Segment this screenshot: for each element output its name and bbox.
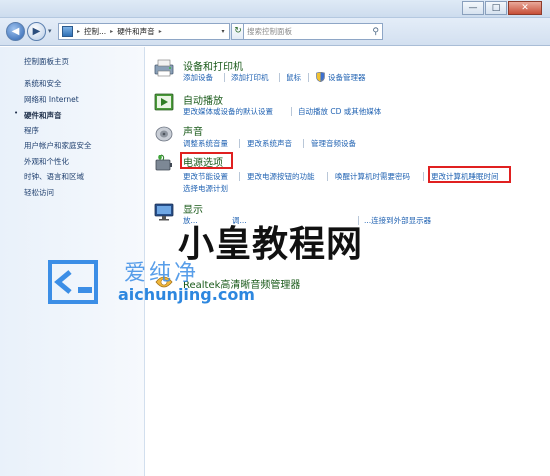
- divider: [279, 73, 280, 82]
- breadcrumb-separator[interactable]: ▸: [110, 28, 113, 35]
- forward-button[interactable]: ▶: [27, 22, 46, 41]
- divider: [423, 172, 424, 181]
- current-item-bullet: •: [14, 109, 19, 117]
- sidebar-item-clock-language[interactable]: 时钟、语言和区域: [24, 171, 84, 182]
- sidebar-item-hardware-sound[interactable]: 硬件和声音: [24, 110, 62, 121]
- recent-pages-dropdown[interactable]: ▾: [48, 27, 52, 35]
- sidebar-item-appearance[interactable]: 外观和个性化: [24, 156, 69, 167]
- display-title[interactable]: 显示: [183, 201, 203, 216]
- divider: [303, 139, 304, 148]
- breadcrumb-separator[interactable]: ▸: [77, 28, 80, 35]
- control-panel-icon: [62, 26, 73, 37]
- change-media-defaults-link[interactable]: 更改媒体或设备的默认设置: [183, 106, 273, 117]
- search-input[interactable]: 搜索控制面板 ⚲: [243, 23, 383, 40]
- address-dropdown-icon[interactable]: ▾: [217, 28, 229, 35]
- adjust-volume-link[interactable]: 调整系统音量: [183, 138, 228, 149]
- sidebar-item-network[interactable]: 网络和 Internet: [24, 94, 79, 105]
- watermark-site-name: 小皇教程网: [178, 224, 364, 265]
- add-printer-link[interactable]: 添加打印机: [231, 72, 269, 83]
- sidebar-item-user-accounts[interactable]: 用户帐户和家庭安全: [24, 140, 92, 151]
- connect-external-display-link[interactable]: ...连接到外部显示器: [364, 215, 431, 226]
- sidebar-item-programs[interactable]: 程序: [24, 125, 39, 136]
- autoplay-cd-link[interactable]: 自动播放 CD 或其他媒体: [298, 106, 381, 117]
- speaker-icon[interactable]: [153, 123, 175, 143]
- breadcrumb-control-panel[interactable]: 控制...: [84, 26, 106, 37]
- add-device-link[interactable]: 添加设备: [183, 72, 213, 83]
- sound-title[interactable]: 声音: [183, 123, 203, 138]
- search-placeholder: 搜索控制面板: [247, 27, 292, 36]
- divider: [308, 73, 309, 82]
- printer-icon[interactable]: [153, 58, 175, 78]
- autoplay-title[interactable]: 自动播放: [183, 92, 223, 107]
- divider: [239, 172, 240, 181]
- change-power-button-link[interactable]: 更改电源按钮的功能: [247, 171, 315, 182]
- change-system-sounds-link[interactable]: 更改系统声音: [247, 138, 292, 149]
- choose-power-plan-link[interactable]: 选择电源计划: [183, 183, 228, 194]
- mouse-link[interactable]: 鼠标: [286, 72, 301, 83]
- highlight-box-sleep-time: [428, 166, 511, 183]
- divider: [327, 172, 328, 181]
- change-power-saving-link[interactable]: 更改节能设置: [183, 171, 228, 182]
- aichunjing-logo: [48, 260, 98, 304]
- breadcrumb-separator[interactable]: ▸: [159, 28, 162, 35]
- back-button[interactable]: ◀: [6, 22, 25, 41]
- highlight-box-power-options: [180, 152, 233, 169]
- breadcrumb-hardware-sound[interactable]: 硬件和声音: [117, 26, 155, 37]
- power-icon[interactable]: [153, 154, 175, 174]
- address-bar[interactable]: ▸ 控制... ▸ 硬件和声音 ▸ ▾: [58, 23, 230, 40]
- window-titlebar: — □ ✕: [0, 0, 550, 18]
- navigation-bar: ◀ ▶ ▾ ▸ 控制... ▸ 硬件和声音 ▸ ▾ ↻ 搜索控制面板 ⚲: [0, 18, 550, 46]
- sidebar-item-system-security[interactable]: 系统和安全: [24, 78, 62, 89]
- uac-shield-icon: [316, 72, 325, 82]
- search-icon[interactable]: ⚲: [372, 25, 379, 40]
- minimize-button[interactable]: —: [462, 1, 484, 15]
- require-password-on-wake-link[interactable]: 唤醒计算机时需要密码: [335, 171, 410, 182]
- maximize-button[interactable]: □: [485, 1, 507, 15]
- autoplay-icon[interactable]: [153, 92, 175, 112]
- device-manager-link[interactable]: 设备管理器: [328, 72, 366, 83]
- watermark-url: aichunjing.com: [118, 285, 255, 304]
- divider: [224, 73, 225, 82]
- manage-audio-devices-link[interactable]: 管理音频设备: [311, 138, 356, 149]
- close-button[interactable]: ✕: [508, 1, 542, 15]
- divider: [291, 107, 292, 116]
- sidebar-item-home[interactable]: 控制面板主页: [24, 56, 69, 67]
- devices-printers-title[interactable]: 设备和打印机: [183, 58, 243, 73]
- divider: [239, 139, 240, 148]
- sidebar-item-ease-of-access[interactable]: 轻松访问: [24, 187, 54, 198]
- display-icon[interactable]: [153, 202, 175, 222]
- window-controls: — □ ✕: [461, 1, 542, 15]
